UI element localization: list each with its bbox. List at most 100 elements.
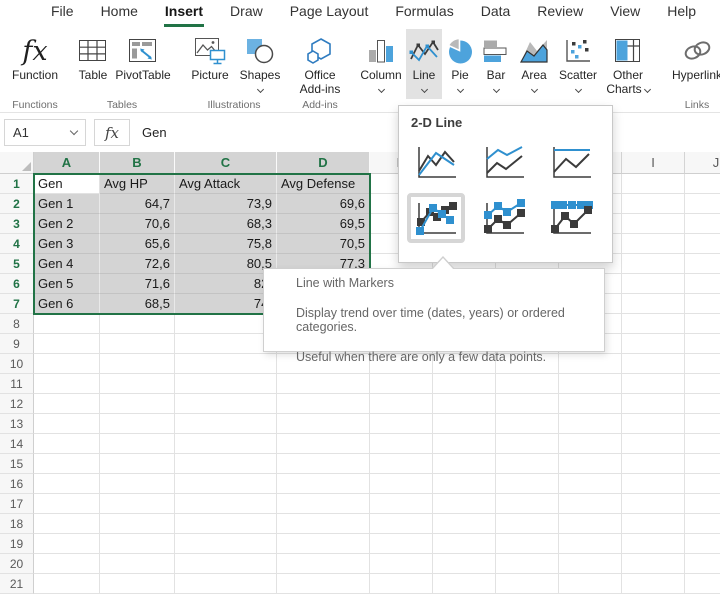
name-box[interactable]: A1 <box>4 119 86 146</box>
cell-I10[interactable] <box>622 354 685 374</box>
cell-G14[interactable] <box>496 434 559 454</box>
cell-J21[interactable] <box>685 574 720 594</box>
menu-formulas[interactable]: Formulas <box>394 0 454 27</box>
row-header-13[interactable]: 13 <box>0 414 34 434</box>
cell-C20[interactable] <box>175 554 277 574</box>
row-header-17[interactable]: 17 <box>0 494 34 514</box>
cell-I14[interactable] <box>622 434 685 454</box>
cell-C14[interactable] <box>175 434 277 454</box>
cell-I20[interactable] <box>622 554 685 574</box>
cell-I18[interactable] <box>622 514 685 534</box>
cell-J3[interactable] <box>685 214 720 234</box>
column-header-D[interactable]: D <box>277 152 370 174</box>
cell-I13[interactable] <box>622 414 685 434</box>
cell-B9[interactable] <box>100 334 175 354</box>
row-header-16[interactable]: 16 <box>0 474 34 494</box>
cell-J11[interactable] <box>685 374 720 394</box>
cell-B3[interactable]: 70,6 <box>100 214 175 234</box>
cell-J4[interactable] <box>685 234 720 254</box>
menu-draw[interactable]: Draw <box>229 0 264 27</box>
cell-A16[interactable] <box>34 474 100 494</box>
cell-I5[interactable] <box>622 254 685 274</box>
row-header-12[interactable]: 12 <box>0 394 34 414</box>
cell-D2[interactable]: 69,6 <box>277 194 370 214</box>
cell-J20[interactable] <box>685 554 720 574</box>
menu-insert[interactable]: Insert <box>164 0 204 27</box>
cell-J8[interactable] <box>685 314 720 334</box>
cell-E21[interactable] <box>370 574 433 594</box>
cell-D18[interactable] <box>277 514 370 534</box>
cell-A6[interactable]: Gen 5 <box>34 274 100 294</box>
cell-C10[interactable] <box>175 354 277 374</box>
cell-J6[interactable] <box>685 274 720 294</box>
cell-D3[interactable]: 69,5 <box>277 214 370 234</box>
row-header-8[interactable]: 8 <box>0 314 34 334</box>
cell-B1[interactable]: Avg HP <box>100 174 175 194</box>
row-header-19[interactable]: 19 <box>0 534 34 554</box>
cell-A17[interactable] <box>34 494 100 514</box>
menu-file[interactable]: File <box>50 0 75 27</box>
cell-H20[interactable] <box>559 554 622 574</box>
stacked-line-chart-option[interactable] <box>475 137 533 187</box>
cell-B6[interactable]: 71,6 <box>100 274 175 294</box>
cell-C4[interactable]: 75,8 <box>175 234 277 254</box>
cell-B15[interactable] <box>100 454 175 474</box>
cell-A20[interactable] <box>34 554 100 574</box>
cell-G18[interactable] <box>496 514 559 534</box>
scatter-chart-button[interactable]: Scatter <box>554 29 602 99</box>
cell-E13[interactable] <box>370 414 433 434</box>
formula-input[interactable]: Gen <box>142 125 167 140</box>
row-header-3[interactable]: 3 <box>0 214 34 234</box>
cell-H15[interactable] <box>559 454 622 474</box>
cell-F17[interactable] <box>433 494 496 514</box>
cell-C8[interactable] <box>175 314 277 334</box>
cell-C5[interactable]: 80,5 <box>175 254 277 274</box>
cell-B19[interactable] <box>100 534 175 554</box>
hyperlink-button[interactable]: Hyperlink <box>666 29 720 99</box>
row-header-21[interactable]: 21 <box>0 574 34 594</box>
pie-chart-button[interactable]: Pie <box>442 29 478 99</box>
cell-C18[interactable] <box>175 514 277 534</box>
cell-H21[interactable] <box>559 574 622 594</box>
cell-C16[interactable] <box>175 474 277 494</box>
cell-E16[interactable] <box>370 474 433 494</box>
cell-H17[interactable] <box>559 494 622 514</box>
cell-D15[interactable] <box>277 454 370 474</box>
row-header-6[interactable]: 6 <box>0 274 34 294</box>
cell-A1[interactable]: Gen <box>34 174 100 194</box>
fx-button[interactable]: fx <box>94 119 130 146</box>
cell-J5[interactable] <box>685 254 720 274</box>
cell-A10[interactable] <box>34 354 100 374</box>
cell-B8[interactable] <box>100 314 175 334</box>
cell-A19[interactable] <box>34 534 100 554</box>
cell-D12[interactable] <box>277 394 370 414</box>
cell-C17[interactable] <box>175 494 277 514</box>
cell-J2[interactable] <box>685 194 720 214</box>
cell-C11[interactable] <box>175 374 277 394</box>
cell-F20[interactable] <box>433 554 496 574</box>
cell-C21[interactable] <box>175 574 277 594</box>
cell-A7[interactable]: Gen 6 <box>34 294 100 314</box>
cell-I4[interactable] <box>622 234 685 254</box>
cell-E14[interactable] <box>370 434 433 454</box>
cell-C15[interactable] <box>175 454 277 474</box>
row-header-4[interactable]: 4 <box>0 234 34 254</box>
cell-A8[interactable] <box>34 314 100 334</box>
cell-C1[interactable]: Avg Attack <box>175 174 277 194</box>
cell-J13[interactable] <box>685 414 720 434</box>
function-button[interactable]: fx Function <box>10 29 60 99</box>
cell-B2[interactable]: 64,7 <box>100 194 175 214</box>
cell-D17[interactable] <box>277 494 370 514</box>
cell-A2[interactable]: Gen 1 <box>34 194 100 214</box>
bar-chart-button[interactable]: Bar <box>478 29 514 99</box>
cell-H14[interactable] <box>559 434 622 454</box>
row-header-11[interactable]: 11 <box>0 374 34 394</box>
cell-I19[interactable] <box>622 534 685 554</box>
row-header-18[interactable]: 18 <box>0 514 34 534</box>
cell-A14[interactable] <box>34 434 100 454</box>
column-header-B[interactable]: B <box>100 152 175 174</box>
cell-G21[interactable] <box>496 574 559 594</box>
cell-D21[interactable] <box>277 574 370 594</box>
cell-H13[interactable] <box>559 414 622 434</box>
cell-J16[interactable] <box>685 474 720 494</box>
